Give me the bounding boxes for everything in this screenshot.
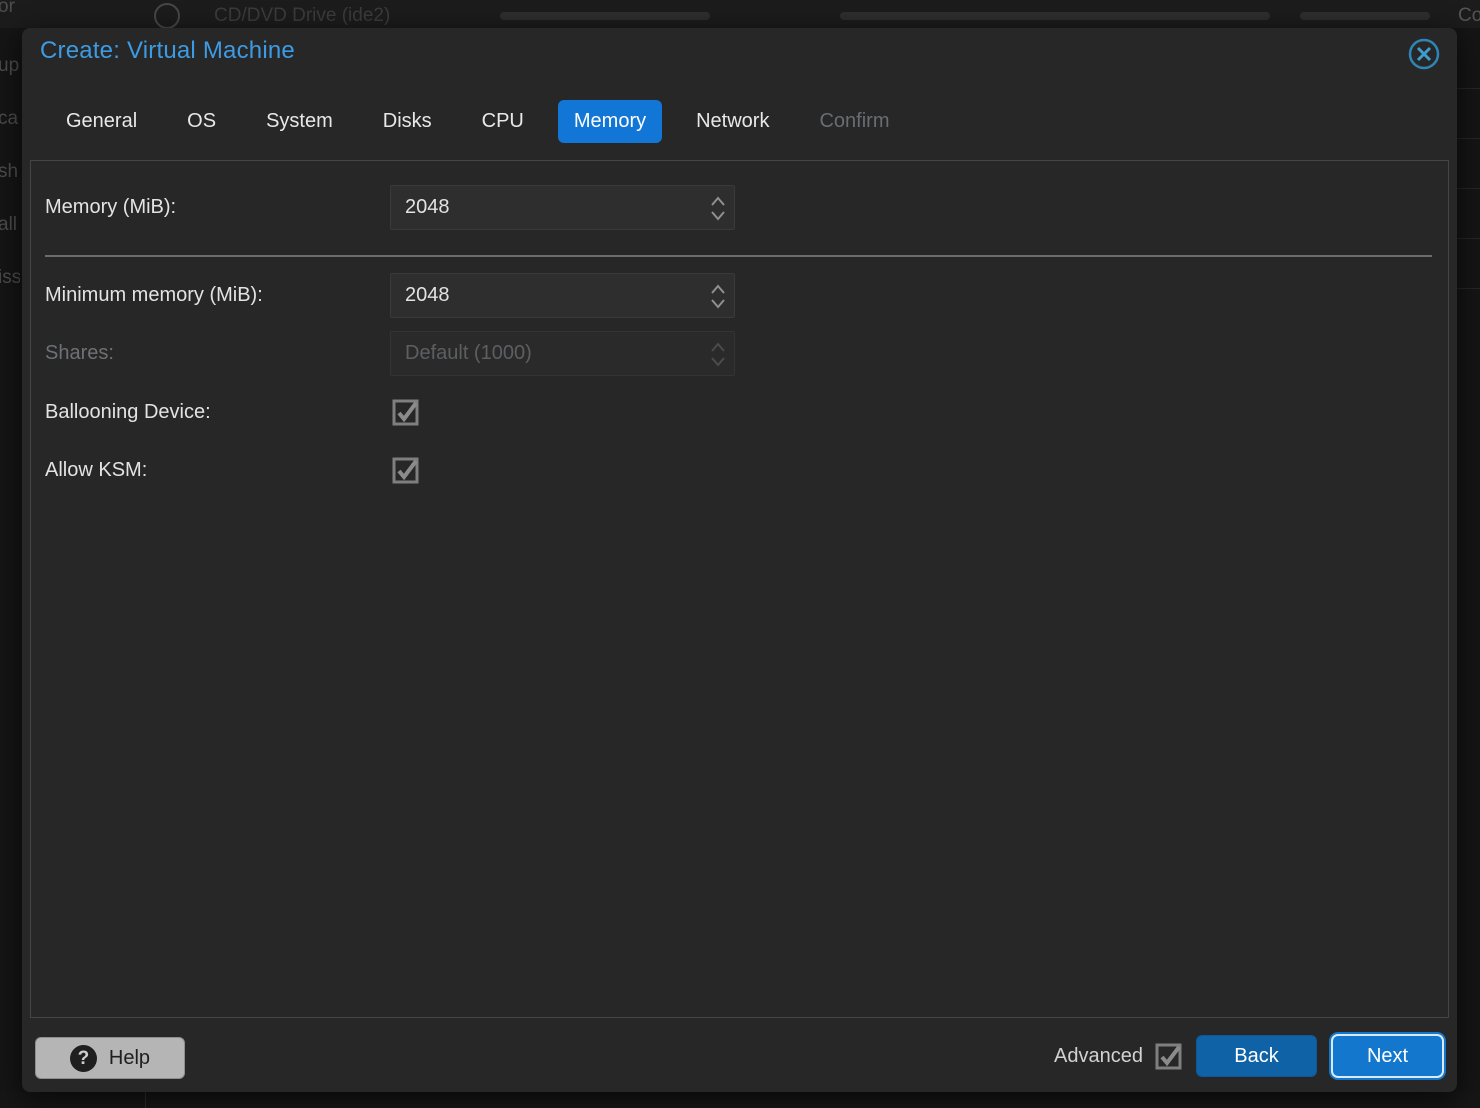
close-icon[interactable] (1407, 37, 1441, 71)
help-button[interactable]: ? Help (35, 1037, 185, 1079)
backdrop-blur-bar (840, 12, 1270, 20)
shares-spinner (390, 331, 735, 376)
dialog-footer: ? Help Advanced Back Next (22, 1018, 1457, 1092)
tab-memory[interactable]: Memory (558, 100, 662, 143)
create-vm-dialog: Create: Virtual Machine General OS Syste… (22, 28, 1457, 1092)
shares-row: Shares: (45, 331, 1432, 376)
minimum-memory-input[interactable] (391, 274, 734, 317)
memory-input[interactable] (391, 186, 734, 229)
ballooning-checkbox[interactable] (392, 399, 419, 426)
nav-fragment: iss (0, 267, 20, 289)
spinner-arrows-icon (710, 341, 726, 373)
memory-row: Memory (MiB): (45, 185, 1432, 230)
nav-fragment: sh (0, 161, 18, 183)
advanced-label: Advanced (1054, 1045, 1143, 1068)
next-button[interactable]: Next (1331, 1034, 1444, 1078)
section-divider (45, 255, 1432, 257)
ksm-label: Allow KSM: (45, 457, 147, 484)
minimum-memory-label: Minimum memory (MiB): (45, 273, 263, 318)
tab-general[interactable]: General (50, 100, 153, 143)
memory-label: Memory (MiB): (45, 185, 176, 230)
tab-disks[interactable]: Disks (367, 100, 448, 143)
tab-cpu[interactable]: CPU (466, 100, 540, 143)
ballooning-label: Ballooning Device: (45, 399, 211, 426)
backdrop-row-text: CD/DVD Drive (ide2) (214, 5, 390, 27)
minimum-memory-row: Minimum memory (MiB): (45, 273, 1432, 318)
nav-fragment: or (0, 0, 15, 18)
question-mark-icon: ? (70, 1045, 97, 1072)
back-button[interactable]: Back (1196, 1035, 1317, 1077)
table-header-fragment: Co (1458, 5, 1480, 27)
shares-input (391, 332, 734, 375)
backdrop-right-table: Co (1457, 0, 1480, 1108)
ksm-row: Allow KSM: (45, 457, 1432, 484)
tab-network[interactable]: Network (680, 100, 785, 143)
footer-actions: Advanced Back Next (1054, 1033, 1444, 1079)
backdrop-blur-bar (1300, 12, 1430, 20)
ksm-checkbox[interactable] (392, 457, 419, 484)
wizard-tab-bar: General OS System Disks CPU Memory Netwo… (50, 100, 905, 143)
backdrop-bottom-strip (0, 1092, 1480, 1108)
spinner-arrows-icon[interactable] (710, 283, 726, 315)
backdrop-app-strip: CD/DVD Drive (ide2) (0, 0, 1480, 28)
backdrop-blur-bar (500, 12, 710, 20)
checkmark-icon (1155, 1043, 1182, 1070)
advanced-checkbox[interactable] (1155, 1043, 1182, 1070)
nav-fragment: up (0, 55, 19, 77)
tab-os[interactable]: OS (171, 100, 232, 143)
nav-fragment: ca (0, 108, 18, 130)
backdrop-left-nav: or up ca sh all iss (0, 0, 20, 1108)
minimum-memory-spinner (390, 273, 735, 318)
tab-system[interactable]: System (250, 100, 349, 143)
ballooning-row: Ballooning Device: (45, 399, 1432, 426)
nav-fragment: all (0, 214, 17, 236)
memory-spinner (390, 185, 735, 230)
dialog-title: Create: Virtual Machine (40, 37, 295, 65)
spinner-arrows-icon[interactable] (710, 195, 726, 227)
shares-label: Shares: (45, 331, 114, 376)
tab-confirm: Confirm (803, 100, 905, 143)
radio-button-icon (154, 3, 180, 28)
checkmark-icon (392, 457, 419, 484)
checkmark-icon (392, 399, 419, 426)
memory-form-panel: Memory (MiB): Minimum memory (MiB): (30, 160, 1449, 1018)
help-button-label: Help (109, 1047, 150, 1070)
